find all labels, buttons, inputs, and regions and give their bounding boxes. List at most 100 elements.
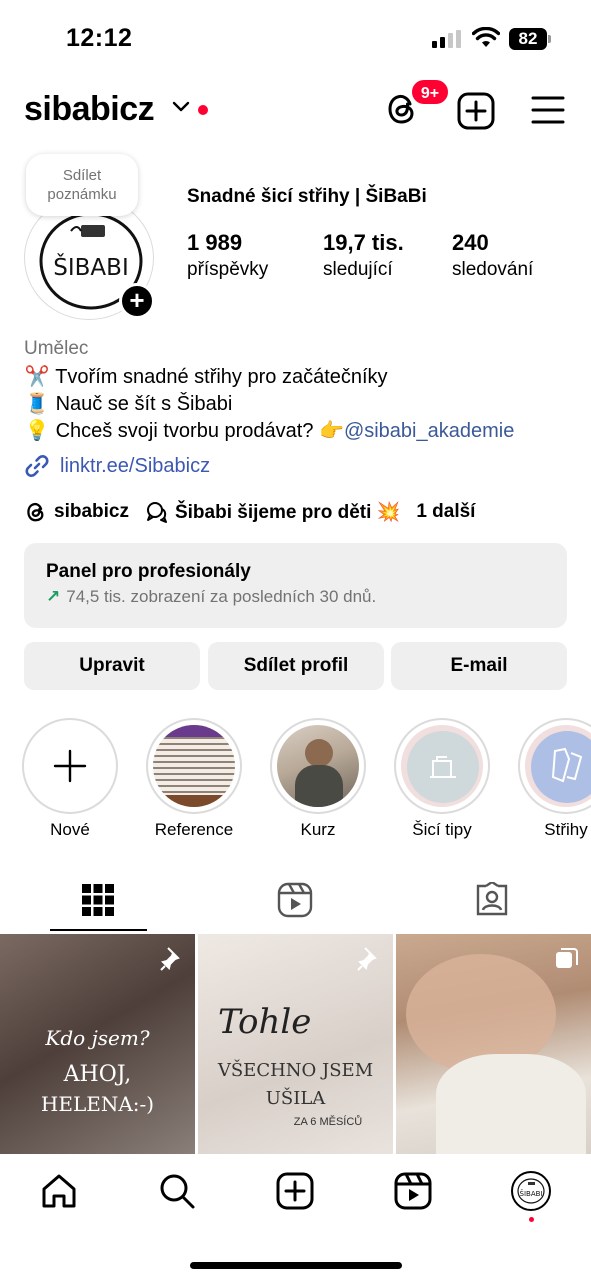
note-line-2: poznámku xyxy=(47,186,117,203)
grid-icon[interactable] xyxy=(80,882,116,918)
pro-panel-subtitle: ↗ 74,5 tis. zobrazení za posledních 30 d… xyxy=(46,587,545,607)
reels-icon[interactable] xyxy=(394,1172,432,1210)
carousel-icon xyxy=(556,948,578,968)
bio-line-2-text: Nauč se šít s Šibabi xyxy=(55,393,233,415)
pin-icon xyxy=(160,947,180,971)
stat-following-label: sledování xyxy=(452,259,534,280)
chevron-down-icon[interactable] xyxy=(172,100,190,114)
threads-small-icon xyxy=(27,502,44,522)
highlight-sici-tipy-cover xyxy=(401,725,483,807)
group-chat-link[interactable]: Šibabi šijeme pro děti 💥 xyxy=(145,500,400,524)
email-button[interactable]: E-mail xyxy=(391,642,567,690)
sewing-machine-icon xyxy=(430,756,456,778)
highlight-ring xyxy=(394,718,490,814)
bio-line-3: 💡 Chceš svoji tvorbu prodávat? 👉@sibabi_… xyxy=(24,418,515,444)
post-text-line: VŠECHNO JSEM xyxy=(217,1060,374,1081)
bio-line-1: ✂️ Tvořím snadné střihy pro začátečníky xyxy=(24,364,388,390)
post-tile[interactable]: Tohle VŠECHNO JSEM UŠILA ZA 6 MĚSÍCŮ xyxy=(198,934,393,1154)
post-text-line: HELENA:-) xyxy=(40,1092,155,1116)
active-tab-indicator xyxy=(50,929,147,931)
post-text-line: AHOJ, xyxy=(63,1062,132,1087)
stat-following-value: 240 xyxy=(452,230,489,255)
pattern-icon xyxy=(551,747,583,783)
scissors-emoji: ✂️ xyxy=(24,366,50,388)
battery-icon: 82 xyxy=(509,28,547,50)
notification-badge: 9+ xyxy=(410,78,450,106)
stat-posts[interactable]: 1 989 příspěvky xyxy=(187,229,268,283)
unread-dot xyxy=(198,105,208,115)
highlight-new[interactable]: Nové xyxy=(22,718,118,840)
tagged-icon[interactable] xyxy=(474,882,510,918)
profile-avatar-mini: ŠIBABI xyxy=(517,1178,545,1204)
create-icon[interactable] xyxy=(276,1172,314,1210)
profile-header: sibabicz 9+ xyxy=(0,78,591,136)
pro-panel-views: 74,5 tis. zobrazení za posledních 30 dnů… xyxy=(66,587,377,606)
share-note-bubble[interactable]: Sdílet poznámku xyxy=(26,154,138,216)
highlight-kurz[interactable]: Kurz xyxy=(270,718,366,840)
username-switcher[interactable]: sibabicz xyxy=(24,90,155,129)
highlight-label: Nové xyxy=(50,820,90,839)
highlight-ring xyxy=(22,718,118,814)
profile-category: Umělec xyxy=(24,338,89,359)
bio-mention-link[interactable]: @sibabi_akademie xyxy=(344,420,514,442)
profile-notification-dot xyxy=(529,1217,534,1222)
highlight-ring xyxy=(270,718,366,814)
avatar-logo-text: ŠIBABI xyxy=(53,253,128,281)
search-icon[interactable] xyxy=(158,1172,196,1210)
share-profile-button[interactable]: Sdílet profil xyxy=(208,642,384,690)
chat-bubbles-icon xyxy=(146,502,167,523)
profile-icon[interactable]: ŠIBABI xyxy=(511,1171,551,1211)
highlight-ring xyxy=(518,718,591,814)
bio-line-2: 🧵 Nauč se šít s Šibabi xyxy=(24,391,233,417)
threads-profile-link[interactable]: sibabicz xyxy=(24,500,129,524)
pin-icon xyxy=(357,947,377,971)
stat-followers-value: 19,7 tis. xyxy=(323,230,404,255)
threads-row: sibabicz Šibabi šijeme pro děti 💥 1 dalš… xyxy=(24,498,491,526)
reels-tab-icon[interactable] xyxy=(277,882,313,918)
highlight-kurz-cover xyxy=(277,725,359,807)
stat-posts-label: příspěvky xyxy=(187,259,269,280)
lightbulb-emoji: 💡 xyxy=(24,420,50,442)
home-indicator xyxy=(190,1262,402,1269)
post-tile[interactable]: Kdo jsem? AHOJ, HELENA:-) xyxy=(0,934,195,1154)
post-tile[interactable] xyxy=(396,934,591,1154)
note-line-1: Sdílet xyxy=(62,167,102,184)
status-bar: 12:12 82 xyxy=(0,0,591,80)
home-icon[interactable] xyxy=(40,1172,78,1210)
post-text-line: ZA 6 MĚSÍCŮ xyxy=(293,1116,363,1128)
highlight-reference-cover xyxy=(153,725,235,807)
battery-tip xyxy=(548,35,551,43)
wifi-icon xyxy=(472,27,500,47)
post-text-line: UŠILA xyxy=(265,1088,326,1109)
highlight-label: Kurz xyxy=(300,820,336,839)
highlight-label: Střihy xyxy=(544,820,588,839)
stat-followers-label: sledující xyxy=(323,259,393,280)
create-post-icon[interactable] xyxy=(457,92,495,130)
cellular-signal-icon xyxy=(432,30,462,48)
menu-icon[interactable] xyxy=(531,94,565,126)
highlight-strihy[interactable]: Střihy xyxy=(518,718,591,840)
profile-avatar-mini-text: ŠIBABI xyxy=(520,1189,543,1198)
edit-profile-button[interactable]: Upravit xyxy=(24,642,200,690)
highlight-reference[interactable]: Reference xyxy=(146,718,242,840)
highlight-label: Šicí tipy xyxy=(412,820,472,839)
bio-link[interactable]: linktr.ee/Sibabicz xyxy=(24,452,210,480)
profile-tabs xyxy=(0,870,591,932)
threads-username: sibabicz xyxy=(54,501,129,522)
profile-full-name: Snadné šicí střihy | ŠiBaBi xyxy=(187,186,427,207)
status-time: 12:12 xyxy=(66,24,133,52)
highlight-sici-tipy[interactable]: Šicí tipy xyxy=(394,718,490,840)
highlight-ring xyxy=(146,718,242,814)
more-channels-link[interactable]: 1 další xyxy=(416,501,475,523)
stat-posts-value: 1 989 xyxy=(187,230,243,255)
bio-link-text[interactable]: linktr.ee/Sibabicz xyxy=(60,455,210,478)
highlight-label: Reference xyxy=(154,820,234,839)
stat-followers[interactable]: 19,7 tis. sledující xyxy=(323,229,404,283)
add-story-icon[interactable]: + xyxy=(119,283,155,319)
bio-line-3-text: Chceš svoji tvorbu prodávat? 👉 xyxy=(55,420,344,442)
professional-dashboard[interactable]: Panel pro profesionály ↗ 74,5 tis. zobra… xyxy=(24,543,567,628)
group-chat-name: Šibabi šijeme pro děti 💥 xyxy=(174,502,401,523)
pro-panel-title: Panel pro profesionály xyxy=(46,561,251,582)
more-channels-text: 1 další xyxy=(416,501,476,522)
stat-following[interactable]: 240 sledování xyxy=(452,229,533,283)
